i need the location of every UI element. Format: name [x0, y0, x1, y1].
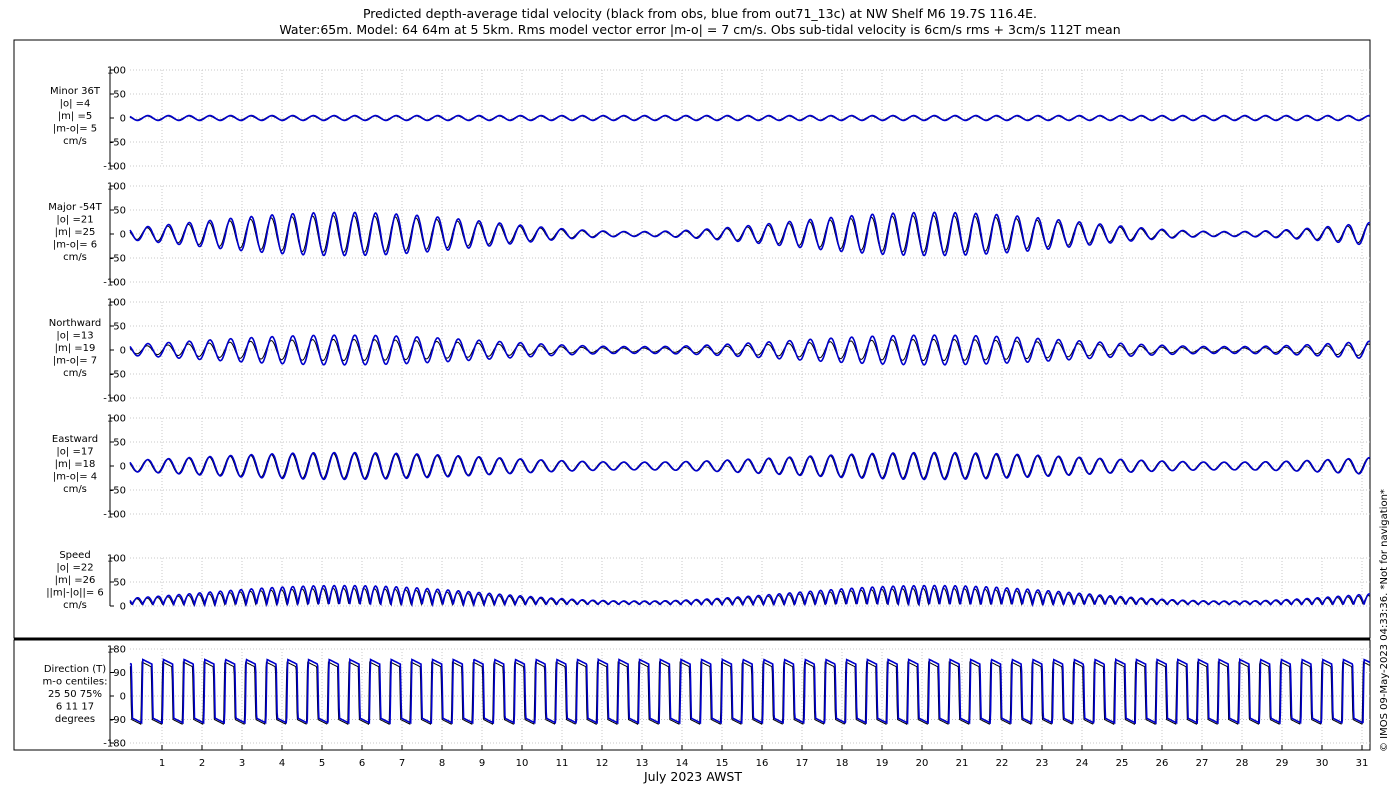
x-tick-label: 12	[596, 758, 609, 769]
panel-frames	[13, 39, 1371, 751]
y-tick-label: -50	[110, 370, 126, 381]
x-tick-label: 16	[756, 758, 769, 769]
y-tick-label: -100	[103, 394, 126, 405]
axis-labels: 1 2 3 4 5 6 7 8 9 10 11 12 13 14 15 16 17 18 19 20 21 22 23 24 2…	[42, 86, 1368, 769]
panel-label-line: cm/s	[63, 368, 87, 379]
x-tick-label: 8	[439, 758, 445, 769]
y-tick-label: -50	[110, 486, 126, 497]
panel-eastward: -100-50050100	[103, 414, 1370, 521]
panel-label-line: Major -54T	[48, 202, 102, 213]
panel-label-line: |m| =18	[55, 459, 96, 470]
panel-label-line: |m| =5	[58, 111, 92, 122]
x-tick-label: 11	[556, 758, 569, 769]
x-tick-label: 2	[199, 758, 205, 769]
y-tick-label: -50	[110, 138, 126, 149]
y-tick-label: -100	[103, 510, 126, 521]
panel-label-line: |m-o|= 6	[53, 240, 97, 251]
panel-label-line: cm/s	[63, 252, 87, 263]
panel-label-line: degrees	[55, 714, 95, 725]
x-tick-label: 23	[1036, 758, 1049, 769]
x-tick-label: 5	[319, 758, 325, 769]
x-tick-label: 17	[796, 758, 809, 769]
y-tick-label: 50	[113, 578, 126, 589]
x-tick-label: 4	[279, 758, 285, 769]
y-tick-label: 50	[113, 206, 126, 217]
panel-minor: -100-50050100	[103, 66, 1370, 173]
panel-label-line: Speed	[59, 550, 90, 561]
x-tick-label: 28	[1236, 758, 1249, 769]
x-tick-label: 24	[1076, 758, 1089, 769]
x-tick-label: 27	[1196, 758, 1209, 769]
x-tick-label: 25	[1116, 758, 1129, 769]
y-tick-label: 0	[120, 692, 126, 703]
panel-major: -100-50050100	[103, 182, 1370, 289]
panel-label-line: Minor 36T	[50, 86, 101, 97]
panel-label-line: 25 50 75%	[48, 689, 102, 700]
y-tick-label: 90	[113, 668, 126, 679]
panel-label-line: |m| =25	[55, 227, 96, 238]
panel-label-line: 6 11 17	[56, 702, 94, 713]
x-tick-label: 13	[636, 758, 649, 769]
x-tick-label: 20	[916, 758, 929, 769]
y-tick-label: 50	[113, 438, 126, 449]
tidal-velocity-chart: -100-50050100-100-50050100-100-50050100-…	[13, 39, 1371, 784]
panel-label-line: |o| =13	[56, 331, 93, 342]
x-tick-label: 15	[716, 758, 729, 769]
direction-obs-series	[129, 661, 1371, 726]
x-tick-label: 19	[876, 758, 889, 769]
panel-label-line: Northward	[49, 318, 102, 329]
x-tick-label: 3	[239, 758, 245, 769]
panel-label-line: cm/s	[63, 484, 87, 495]
x-tick-label: 10	[516, 758, 529, 769]
x-tick-label: 21	[956, 758, 969, 769]
y-tick-label: 50	[113, 90, 126, 101]
y-tick-label: -50	[110, 254, 126, 265]
x-tick-label: 1	[159, 758, 165, 769]
y-tick-label: -180	[103, 739, 126, 750]
panel-label-line: |m| =19	[55, 343, 96, 354]
grid-lines: -100-50050100-100-50050100-100-50050100-…	[103, 66, 1370, 750]
x-tick-label: 29	[1276, 758, 1289, 769]
panel-label-line: |m-o|= 4	[53, 472, 97, 483]
panel-label-line: |m| =26	[55, 575, 96, 586]
panel-label-line: |m-o|= 7	[53, 356, 97, 367]
upper-frame	[13, 39, 1371, 639]
y-tick-label: 0	[120, 346, 126, 357]
panel-label-line: ||m|-|o||= 6	[46, 588, 104, 599]
panel-label-line: |m-o|= 5	[53, 124, 97, 135]
panel-label-line: Eastward	[52, 434, 98, 445]
panel-label-line: cm/s	[63, 600, 87, 611]
y-tick-label: -100	[103, 162, 126, 173]
x-tick-label: 31	[1356, 758, 1369, 769]
y-tick-label: 50	[113, 322, 126, 333]
x-tick-label: 18	[836, 758, 849, 769]
y-tick-label: 0	[120, 462, 126, 473]
x-tick-label: 30	[1316, 758, 1329, 769]
x-tick-label: 9	[479, 758, 485, 769]
y-tick-label: -90	[110, 715, 126, 726]
direction-model-series	[129, 657, 1371, 725]
panel-label-line: m-o centiles:	[42, 677, 107, 688]
x-tick-label: 22	[996, 758, 1009, 769]
panel-label-line: |o| =17	[56, 447, 93, 458]
y-tick-label: 0	[120, 602, 126, 613]
y-tick-label: -100	[103, 278, 126, 289]
panel-northward: -100-50050100	[103, 298, 1370, 405]
copyright-footer: © IMOS 09-May-2023 04:33:36. *Not for na…	[1379, 489, 1390, 752]
x-axis-label: July 2023 AWST	[643, 769, 742, 784]
panel-label-line: |o| =21	[56, 215, 93, 226]
panel-label-line: Direction (T)	[44, 664, 106, 675]
x-tick-label: 7	[399, 758, 405, 769]
panel-label-line: |o| =4	[60, 99, 91, 110]
panel-label-line: cm/s	[63, 136, 87, 147]
panel-speed: 050100	[107, 554, 1370, 613]
y-tick-label: 0	[120, 230, 126, 241]
panel-label-line: |o| =22	[56, 563, 93, 574]
x-tick-label: 6	[359, 758, 365, 769]
x-tick-label: 14	[676, 758, 689, 769]
data-series	[129, 114, 1371, 726]
x-tick-label: 26	[1156, 758, 1169, 769]
y-tick-label: 0	[120, 114, 126, 125]
